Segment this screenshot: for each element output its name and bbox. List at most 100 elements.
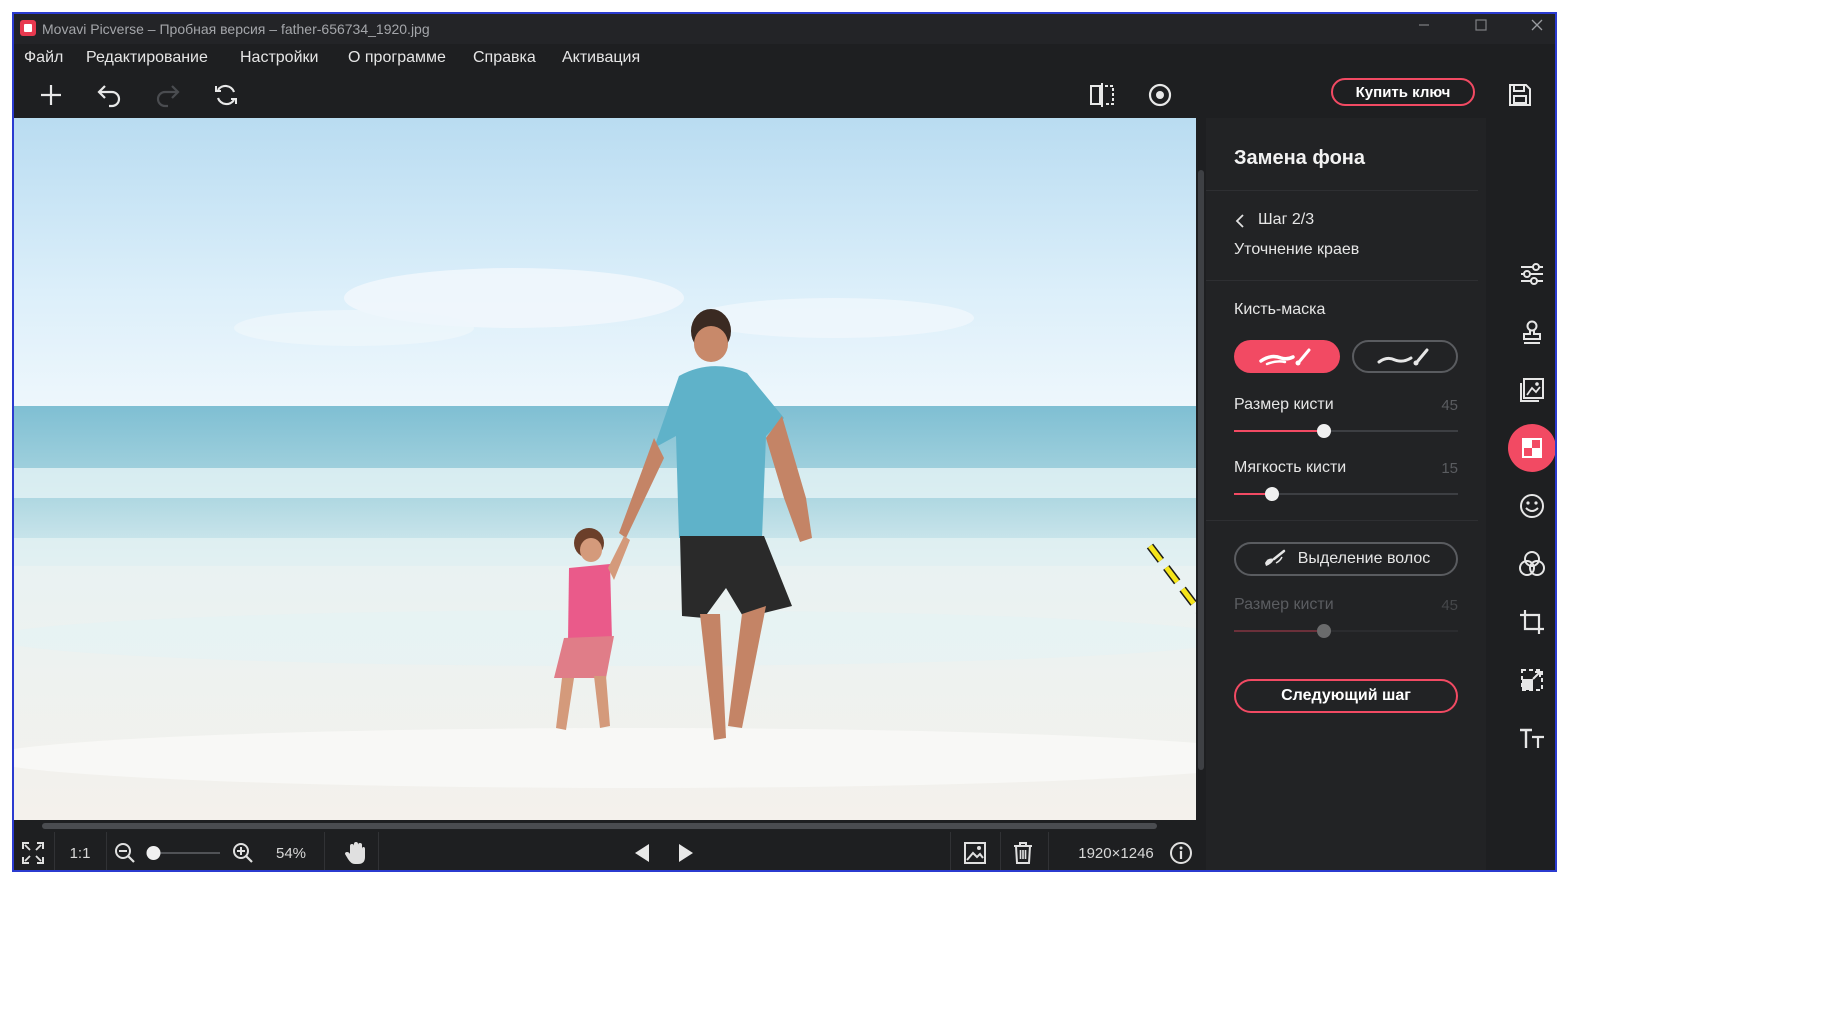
menu-activation[interactable]: Активация xyxy=(562,49,640,67)
add-icon xyxy=(41,85,61,105)
image-enhance-icon xyxy=(1520,378,1544,402)
brush-softness-label: Мягкость кисти xyxy=(1234,459,1347,476)
resize-icon xyxy=(1521,669,1543,691)
face-retouch-icon xyxy=(1520,494,1544,518)
maximize-icon xyxy=(1475,19,1487,31)
background-replace-icon xyxy=(1522,438,1542,458)
zoom-out-button[interactable] xyxy=(112,838,138,868)
menu-about[interactable]: О программе xyxy=(348,49,446,67)
restore-brush-button[interactable] xyxy=(1352,340,1458,373)
trash-icon xyxy=(1014,842,1032,864)
bottom-bar: 1:1 54% 1920×1246 xyxy=(14,832,1204,870)
preview-button[interactable] xyxy=(1143,78,1177,112)
separator xyxy=(106,832,107,870)
open-image-button[interactable] xyxy=(958,838,992,868)
minimize-icon xyxy=(1419,24,1429,26)
horizontal-scrollbar-thumb[interactable] xyxy=(42,823,1157,829)
hair-brush-size-slider-knob xyxy=(1316,624,1331,638)
stamp-tool-button[interactable] xyxy=(1508,308,1555,356)
next-image-button[interactable] xyxy=(673,838,699,868)
brush-softness-slider[interactable] xyxy=(1234,486,1458,502)
actual-size-button[interactable]: 1:1 xyxy=(62,838,98,868)
pan-tool-button[interactable] xyxy=(340,838,370,868)
panel-title: Замена фона xyxy=(1234,147,1365,169)
horizontal-scrollbar[interactable] xyxy=(14,820,1204,832)
next-step-button[interactable]: Следующий шаг xyxy=(1234,679,1458,713)
step-indicator: Шаг 2/3 xyxy=(1258,211,1315,228)
erase-brush-icon xyxy=(1259,348,1311,365)
vertical-scrollbar[interactable] xyxy=(1196,118,1206,828)
step-name: Уточнение краев xyxy=(1234,241,1360,258)
menu-help[interactable]: Справка xyxy=(473,49,536,67)
erase-brush-button[interactable] xyxy=(1234,340,1340,373)
compare-button[interactable] xyxy=(1085,78,1119,112)
divider xyxy=(1206,280,1478,281)
photo-canvas[interactable] xyxy=(14,118,1196,820)
crop-icon xyxy=(1520,610,1544,634)
fit-screen-icon xyxy=(22,842,44,864)
previous-image-button[interactable] xyxy=(629,838,655,868)
zoom-slider-knob[interactable] xyxy=(146,846,161,860)
brush-size-slider-knob[interactable] xyxy=(1316,424,1331,438)
reset-button[interactable] xyxy=(209,78,243,112)
stamp-icon xyxy=(1523,320,1541,344)
hair-selection-button[interactable]: Выделение волос xyxy=(1234,542,1458,576)
adjust-tool-button[interactable] xyxy=(1508,250,1555,298)
brush-softness-slider-knob[interactable] xyxy=(1265,487,1280,501)
restore-brush-icon xyxy=(1377,348,1429,365)
delete-button[interactable] xyxy=(1008,838,1038,868)
redo-button[interactable] xyxy=(151,78,185,112)
image-enhance-tool-button[interactable] xyxy=(1508,366,1555,414)
background-replace-tool-button[interactable] xyxy=(1508,424,1555,472)
chevron-left-icon xyxy=(1235,214,1244,228)
zoom-slider[interactable] xyxy=(144,838,224,868)
crop-tool-button[interactable] xyxy=(1508,598,1555,646)
hair-brush-size-value: 45 xyxy=(1441,597,1458,614)
title-bar: Movavi Picverse – Пробная версия – fathe… xyxy=(14,14,1555,44)
menu-settings[interactable]: Настройки xyxy=(240,49,318,67)
menu-edit[interactable]: Редактирование xyxy=(86,49,208,67)
color-filters-tool-button[interactable] xyxy=(1508,540,1555,588)
text-icon xyxy=(1520,728,1544,748)
app-window: Movavi Picverse – Пробная версия – fathe… xyxy=(12,12,1557,872)
vertical-scrollbar-thumb[interactable] xyxy=(1198,170,1204,770)
hair-selection-label: Выделение волос xyxy=(1297,550,1431,567)
preview-eye-icon xyxy=(1148,83,1172,107)
brush-size-value: 45 xyxy=(1441,397,1458,414)
window-title: Movavi Picverse – Пробная версия – fathe… xyxy=(42,21,430,37)
zoom-in-button[interactable] xyxy=(230,838,256,868)
undo-icon xyxy=(97,85,121,108)
zoom-in-icon xyxy=(233,843,253,863)
fit-screen-button[interactable] xyxy=(18,838,48,868)
image-dimensions: 1920×1246 xyxy=(1078,844,1154,862)
separator xyxy=(1048,832,1049,870)
beach-photo xyxy=(14,118,1196,820)
redo-icon xyxy=(156,85,180,108)
menu-file[interactable]: Файл xyxy=(24,49,63,67)
undo-button[interactable] xyxy=(92,78,126,112)
face-retouch-tool-button[interactable] xyxy=(1508,482,1555,530)
maximize-button[interactable] xyxy=(1466,18,1496,38)
divider xyxy=(1206,190,1478,191)
image-icon xyxy=(964,842,986,864)
color-filters-icon xyxy=(1519,551,1545,576)
save-button[interactable] xyxy=(1503,78,1537,112)
reset-icon xyxy=(215,84,237,106)
brush-size-slider[interactable] xyxy=(1234,423,1458,439)
adjust-icon xyxy=(1521,263,1543,285)
text-tool-button[interactable] xyxy=(1508,714,1555,762)
back-step-button[interactable] xyxy=(1234,213,1248,229)
mask-brush-label: Кисть-маска xyxy=(1234,301,1326,318)
compare-icon xyxy=(1090,83,1114,107)
separator xyxy=(1000,832,1001,870)
minimize-button[interactable] xyxy=(1409,18,1439,38)
add-button[interactable] xyxy=(34,78,68,112)
close-button[interactable] xyxy=(1522,18,1552,38)
hair-brush-icon xyxy=(1264,549,1285,566)
resize-tool-button[interactable] xyxy=(1508,656,1555,704)
separator xyxy=(54,832,55,870)
tool-rail xyxy=(1486,118,1555,870)
buy-key-button[interactable]: Купить ключ xyxy=(1331,78,1475,106)
info-button[interactable] xyxy=(1167,838,1195,868)
zoom-level: 54% xyxy=(275,844,307,862)
